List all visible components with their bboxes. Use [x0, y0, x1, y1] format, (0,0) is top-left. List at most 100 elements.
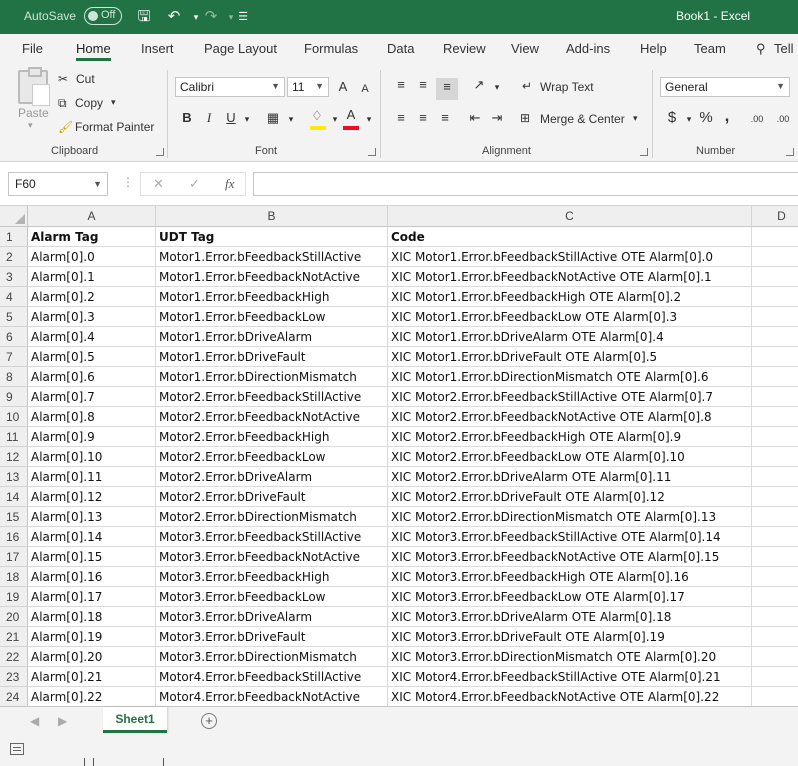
row-header[interactable]: 4 [0, 287, 28, 307]
cell-b[interactable]: Motor1.Error.bFeedbackHigh [156, 287, 388, 307]
cell-c[interactable]: XIC Motor3.Error.bFeedbackStillActive OT… [388, 527, 752, 547]
top-align-icon[interactable]: ≡ [392, 76, 410, 94]
copy-icon[interactable]: ⧉ [58, 96, 67, 111]
underline-dropdown-icon[interactable]: ▾ [238, 110, 256, 128]
fill-color-icon[interactable]: ♢ [308, 107, 326, 125]
cell-a[interactable]: Alarm[0].13 [28, 507, 156, 527]
row-header[interactable]: 17 [0, 547, 28, 567]
cell-c[interactable]: XIC Motor2.Error.bFeedbackStillActive OT… [388, 387, 752, 407]
cell-d[interactable] [752, 367, 798, 387]
row-header[interactable]: 13 [0, 467, 28, 487]
tab-data[interactable]: Data [387, 41, 414, 56]
row-header[interactable]: 11 [0, 427, 28, 447]
tab-tell-me[interactable]: Tell [774, 41, 794, 56]
cell-c[interactable]: XIC Motor1.Error.bDriveFault OTE Alarm[0… [388, 347, 752, 367]
cell-c[interactable]: XIC Motor3.Error.bFeedbackHigh OTE Alarm… [388, 567, 752, 587]
scroll-left-icon[interactable]: ◀ [30, 714, 39, 728]
cell-a[interactable]: Alarm[0].0 [28, 247, 156, 267]
cell-d[interactable] [752, 507, 798, 527]
row-header[interactable]: 21 [0, 627, 28, 647]
cell-a[interactable]: Alarm[0].20 [28, 647, 156, 667]
cell-d[interactable] [752, 607, 798, 627]
cell-a[interactable]: Alarm[0].9 [28, 427, 156, 447]
cell-d[interactable] [752, 447, 798, 467]
tab-review[interactable]: Review [443, 41, 486, 56]
cell-c[interactable]: XIC Motor1.Error.bDriveAlarm OTE Alarm[0… [388, 327, 752, 347]
cell-c[interactable]: XIC Motor1.Error.bDirectionMismatch OTE … [388, 367, 752, 387]
clipboard-launcher-icon[interactable] [156, 148, 164, 156]
cell-b[interactable]: Motor1.Error.bFeedbackStillActive [156, 247, 388, 267]
cell-b[interactable]: UDT Tag [156, 227, 388, 247]
cell-a[interactable]: Alarm[0].22 [28, 687, 156, 706]
cell-a[interactable]: Alarm[0].14 [28, 527, 156, 547]
cell-a[interactable]: Alarm[0].1 [28, 267, 156, 287]
cell-d[interactable] [752, 467, 798, 487]
cell-a[interactable]: Alarm[0].11 [28, 467, 156, 487]
cell-b[interactable]: Motor3.Error.bDriveFault [156, 627, 388, 647]
cell-a[interactable]: Alarm[0].6 [28, 367, 156, 387]
cell-c[interactable]: XIC Motor1.Error.bFeedbackHigh OTE Alarm… [388, 287, 752, 307]
row-header[interactable]: 5 [0, 307, 28, 327]
autosave-toggle[interactable]: Off [84, 7, 122, 25]
cell-c[interactable]: XIC Motor3.Error.bDriveFault OTE Alarm[0… [388, 627, 752, 647]
number-format-select[interactable]: General ▼ [660, 77, 790, 97]
cell-a[interactable]: Alarm[0].15 [28, 547, 156, 567]
tab-add-ins[interactable]: Add-ins [566, 41, 610, 56]
cell-a[interactable]: Alarm[0].21 [28, 667, 156, 687]
cell-c[interactable]: XIC Motor2.Error.bFeedbackHigh OTE Alarm… [388, 427, 752, 447]
cell-a[interactable]: Alarm[0].10 [28, 447, 156, 467]
cell-d[interactable] [752, 547, 798, 567]
cell-b[interactable]: Motor1.Error.bDriveAlarm [156, 327, 388, 347]
cell-a[interactable]: Alarm[0].4 [28, 327, 156, 347]
cell-b[interactable]: Motor1.Error.bFeedbackNotActive [156, 267, 388, 287]
cell-b[interactable]: Motor2.Error.bDriveFault [156, 487, 388, 507]
font-color-dropdown-icon[interactable]: ▾ [360, 110, 378, 128]
row-header[interactable]: 10 [0, 407, 28, 427]
cell-d[interactable] [752, 347, 798, 367]
cell-b[interactable]: Motor4.Error.bFeedbackNotActive [156, 687, 388, 706]
column-header-a[interactable]: A [28, 206, 156, 227]
row-header[interactable]: 23 [0, 667, 28, 687]
column-header-d[interactable]: D [752, 206, 798, 227]
borders-dropdown-icon[interactable]: ▾ [282, 110, 300, 128]
cell-d[interactable] [752, 267, 798, 287]
cell-a[interactable]: Alarm[0].16 [28, 567, 156, 587]
cell-d[interactable] [752, 427, 798, 447]
orientation-dropdown-icon[interactable]: ▾ [488, 78, 506, 96]
increase-indent-icon[interactable]: ⇥ [488, 109, 506, 127]
cell-b[interactable]: Motor2.Error.bFeedbackNotActive [156, 407, 388, 427]
merge-center-icon[interactable]: ⊞ [520, 111, 530, 125]
undo-icon[interactable]: ↶ [163, 6, 185, 28]
sheet-tab[interactable]: Sheet1 [103, 707, 167, 733]
customize-quick-access-icon[interactable]: ☰ [232, 6, 254, 28]
cell-c[interactable]: XIC Motor4.Error.bFeedbackStillActive OT… [388, 667, 752, 687]
cell-b[interactable]: Motor1.Error.bDriveFault [156, 347, 388, 367]
format-painter-button[interactable]: Format Painter [75, 120, 154, 134]
cell-c[interactable]: XIC Motor3.Error.bFeedbackLow OTE Alarm[… [388, 587, 752, 607]
bold-button[interactable]: B [178, 109, 196, 127]
cell-d[interactable] [752, 627, 798, 647]
cell-d[interactable] [752, 387, 798, 407]
cell-d[interactable] [752, 487, 798, 507]
row-header[interactable]: 9 [0, 387, 28, 407]
cell-d[interactable] [752, 247, 798, 267]
cell-d[interactable] [752, 287, 798, 307]
cell-d[interactable] [752, 587, 798, 607]
cell-b[interactable]: Motor3.Error.bFeedbackStillActive [156, 527, 388, 547]
cell-b[interactable]: Motor3.Error.bFeedbackHigh [156, 567, 388, 587]
cell-a[interactable]: Alarm Tag [28, 227, 156, 247]
align-right-icon[interactable]: ≡ [436, 109, 454, 127]
cell-a[interactable]: Alarm[0].12 [28, 487, 156, 507]
percent-button[interactable]: % [697, 109, 715, 127]
orientation-icon[interactable]: ↗ [470, 76, 488, 94]
cell-a[interactable]: Alarm[0].7 [28, 387, 156, 407]
cancel-icon[interactable]: ✕ [153, 176, 164, 192]
cell-c[interactable]: XIC Motor3.Error.bFeedbackNotActive OTE … [388, 547, 752, 567]
save-icon[interactable]: 🖫 [133, 6, 155, 28]
cell-c[interactable]: XIC Motor1.Error.bFeedbackStillActive OT… [388, 247, 752, 267]
copy-button[interactable]: Copy [75, 96, 103, 110]
wrap-text-icon[interactable]: ↵ [522, 79, 532, 93]
currency-dropdown-icon[interactable]: ▾ [680, 110, 698, 128]
cell-b[interactable]: Motor2.Error.bDriveAlarm [156, 467, 388, 487]
bottom-align-icon[interactable]: ≡ [436, 78, 458, 100]
